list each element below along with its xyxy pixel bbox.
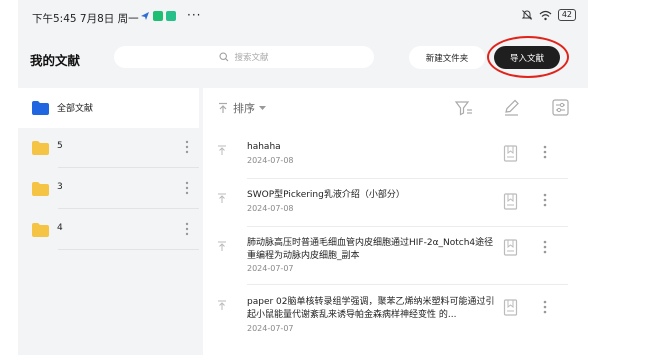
sort-button[interactable]: 排序 [217, 100, 266, 116]
document-date: 2024-07-08 [247, 204, 294, 213]
pin-to-top-icon[interactable] [217, 241, 227, 252]
bookmark-book-icon[interactable] [503, 145, 518, 162]
sidebar-item-label: 全部文献 [57, 104, 94, 114]
search-input[interactable]: 搜索文献 [114, 46, 374, 68]
header: 我的文献 搜索文献 新建文件夹 导入文献 [18, 32, 588, 86]
document-date: 2024-07-08 [247, 156, 294, 165]
search-icon [219, 52, 229, 62]
more-options-icon[interactable] [543, 193, 547, 207]
divider [58, 208, 199, 209]
divider [247, 178, 568, 179]
more-options-icon[interactable] [185, 222, 189, 236]
status-app-icons [140, 11, 176, 21]
more-options-icon[interactable] [185, 140, 189, 154]
sidebar-item-label: 5 [57, 141, 63, 151]
status-more-icon: ··· [187, 8, 202, 22]
bookmark-book-icon[interactable] [503, 193, 518, 210]
sidebar-item-all-documents[interactable]: 全部文献 [18, 88, 199, 128]
sidebar-item-folder-3[interactable]: 3 [18, 169, 199, 209]
document-title: SWOP型Pickering乳液介绍（小部分） [247, 190, 405, 200]
wechat-app-icon [153, 11, 163, 21]
folder-yellow-icon [32, 182, 49, 196]
more-options-icon[interactable] [543, 240, 547, 254]
search-placeholder: 搜索文献 [234, 53, 269, 63]
divider [247, 226, 568, 227]
sidebar: 全部文献 5 3 4 [18, 88, 199, 355]
sidebar-item-folder-5[interactable]: 5 [18, 128, 199, 168]
document-list-panel: 排序 hahaha 2024-07-08 SWOP型Pickering乳液介绍（… [203, 88, 588, 355]
app-window: 下午5:45 7月8日 周一 ··· 42 我的文献 搜索文献 新建文件夹 导入… [18, 0, 588, 355]
more-options-icon[interactable] [543, 300, 547, 314]
divider [58, 249, 199, 250]
document-title: hahaha [247, 142, 281, 152]
document-title: paper 02脑单核转录组学强调，聚苯乙烯纳米塑料可能通过引起小鼠能量代谢紊乱… [247, 297, 495, 320]
pin-to-top-icon[interactable] [217, 300, 227, 311]
edit-icon[interactable] [503, 99, 520, 116]
paper-plane-icon [141, 12, 149, 20]
folder-blue-icon [32, 101, 49, 115]
folder-yellow-icon [32, 141, 49, 155]
pin-to-top-icon[interactable] [217, 145, 227, 156]
battery-indicator: 42 [557, 9, 576, 21]
document-row[interactable]: SWOP型Pickering乳液介绍（小部分） 2024-07-08 [203, 189, 588, 229]
more-options-icon[interactable] [185, 181, 189, 195]
new-folder-button[interactable]: 新建文件夹 [409, 46, 485, 69]
folder-yellow-icon [32, 223, 49, 237]
import-document-button[interactable]: 导入文献 [494, 46, 560, 69]
document-title: 肺动脉高压时普通毛细血管内皮细胞通过HIF-2α_Notch4途径重编程为动脉内… [247, 238, 494, 261]
mute-icon [521, 10, 533, 20]
app-status-icon [166, 11, 176, 21]
status-bar: 下午5:45 7月8日 周一 ··· 42 [18, 0, 588, 32]
sidebar-item-label: 4 [57, 223, 63, 233]
document-row[interactable]: hahaha 2024-07-08 [203, 141, 588, 181]
document-date: 2024-07-07 [247, 324, 294, 333]
document-date: 2024-07-07 [247, 264, 294, 273]
divider [247, 284, 568, 285]
more-options-icon[interactable] [543, 145, 547, 159]
document-row[interactable]: 肺动脉高压时普通毛细血管内皮细胞通过HIF-2α_Notch4途径重编程为动脉内… [203, 237, 588, 291]
sidebar-item-label: 3 [57, 182, 63, 192]
bookmark-book-icon[interactable] [503, 239, 518, 256]
page-title: 我的文献 [30, 53, 81, 68]
pin-to-top-icon[interactable] [217, 193, 227, 204]
chevron-down-icon [259, 105, 266, 110]
status-indicators: 42 [521, 9, 576, 21]
filter-icon[interactable] [455, 99, 473, 117]
status-time: 下午5:45 7月8日 周一 [32, 13, 139, 25]
document-row[interactable]: paper 02脑单核转录组学强调，聚苯乙烯纳米塑料可能通过引起小鼠能量代谢紊乱… [203, 296, 588, 350]
bookmark-book-icon[interactable] [503, 299, 518, 316]
wifi-icon [539, 10, 552, 20]
sort-icon [219, 102, 227, 113]
sort-label: 排序 [233, 102, 255, 115]
sidebar-item-folder-4[interactable]: 4 [18, 210, 199, 250]
divider [58, 167, 199, 168]
list-toolbar: 排序 [203, 88, 588, 130]
settings-sliders-icon[interactable] [552, 99, 569, 116]
